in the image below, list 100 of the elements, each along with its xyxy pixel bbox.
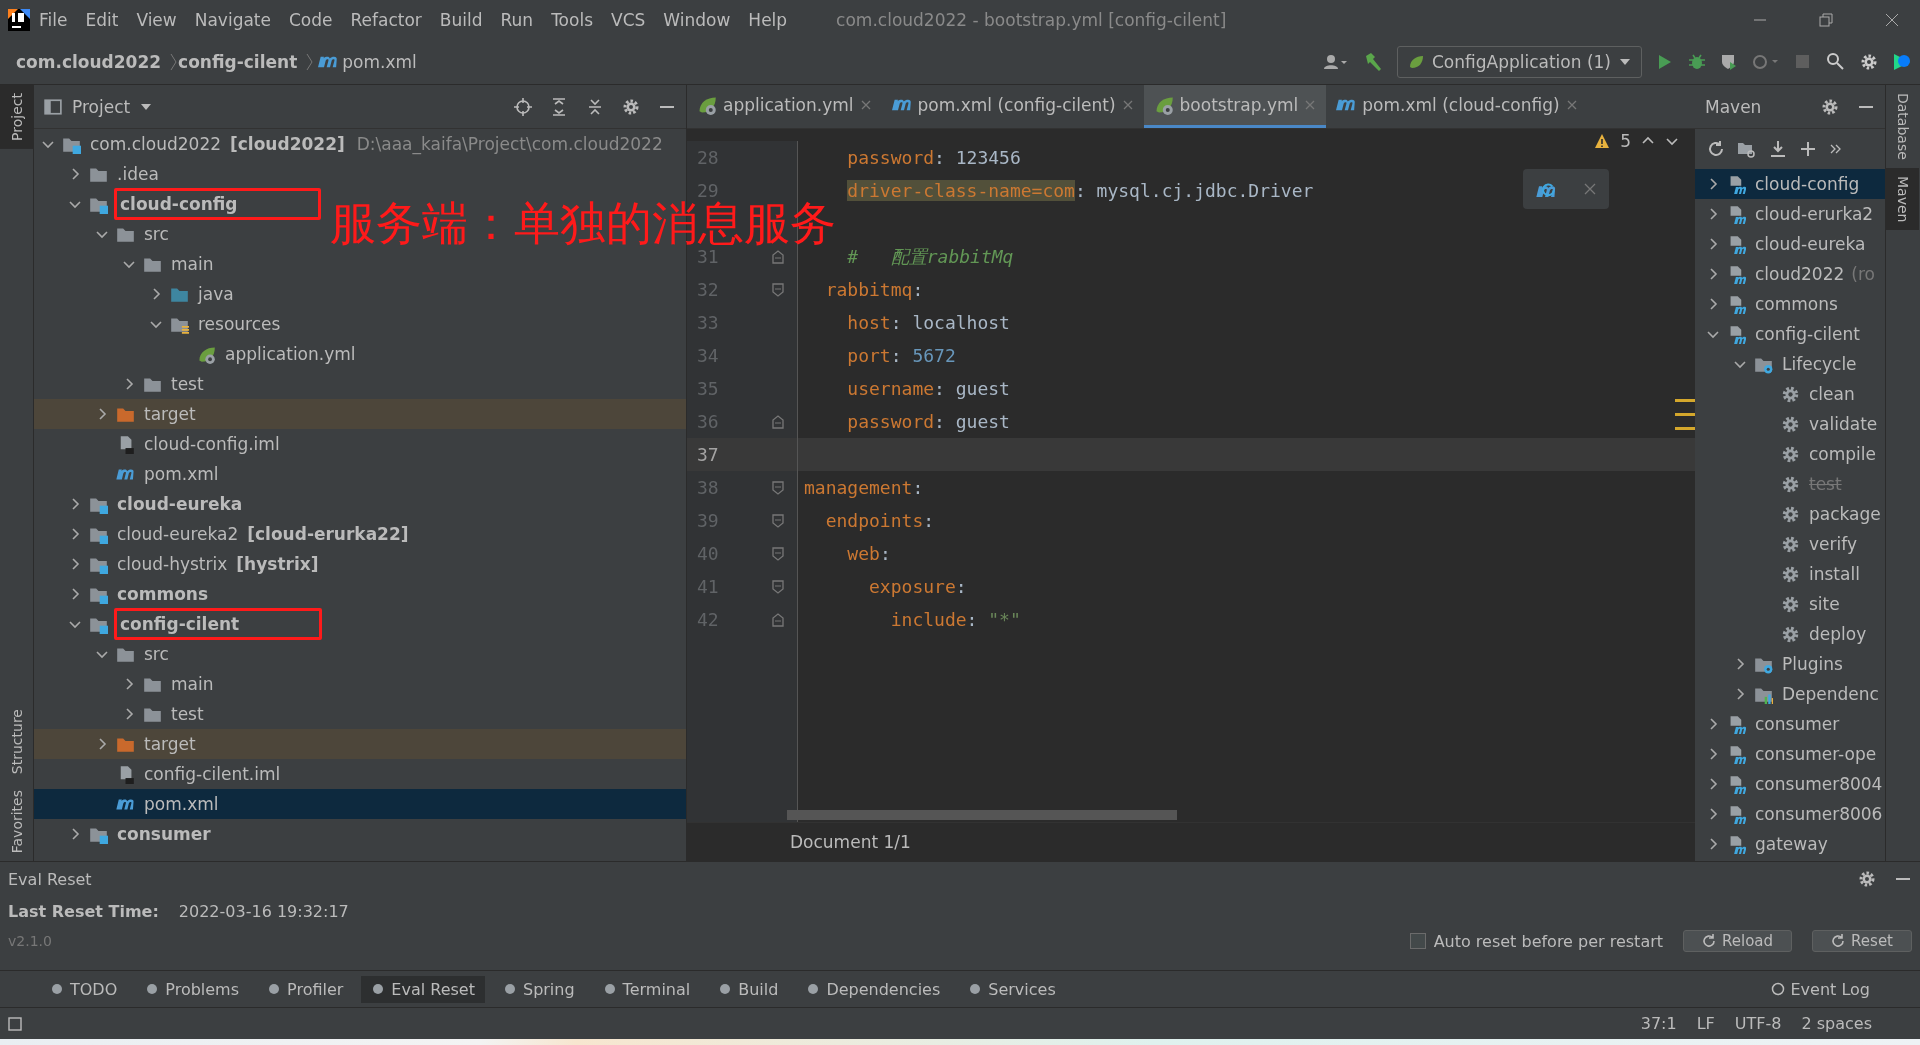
expand-all-icon[interactable] bbox=[550, 97, 568, 116]
tree-row[interactable]: main bbox=[34, 669, 223, 699]
tree-row[interactable]: Plugins bbox=[1695, 649, 1852, 679]
tree-row[interactable]: consumer8004 bbox=[1695, 769, 1885, 799]
folder-refresh-icon[interactable] bbox=[1737, 140, 1757, 158]
tree-row[interactable]: verify bbox=[1695, 529, 1866, 559]
tree-row[interactable]: commons bbox=[1695, 289, 1847, 319]
menu-item[interactable]: File bbox=[30, 10, 77, 30]
shield-icon[interactable] bbox=[1720, 53, 1738, 71]
collapse-all-icon[interactable] bbox=[586, 97, 604, 116]
breadcrumb-item[interactable]: pom.xml bbox=[342, 52, 417, 72]
tree-row[interactable]: cloud-config bbox=[1695, 169, 1885, 199]
tree-row[interactable]: src bbox=[34, 219, 178, 249]
reload-button[interactable]: Reload bbox=[1683, 930, 1793, 952]
tree-row[interactable]: clean bbox=[1695, 379, 1864, 409]
locate-icon[interactable] bbox=[514, 97, 532, 116]
refresh-icon[interactable] bbox=[1707, 140, 1725, 158]
restore-icon[interactable] bbox=[1818, 12, 1834, 28]
tree-row[interactable]: cloud2022 (ro bbox=[1695, 259, 1881, 289]
menu-item[interactable]: Edit bbox=[76, 10, 128, 30]
settings-icon[interactable] bbox=[1858, 870, 1876, 888]
fold-marker-icon[interactable] bbox=[772, 579, 784, 594]
tool-window-button[interactable]: Spring bbox=[492, 975, 585, 1003]
settings-icon[interactable] bbox=[622, 97, 640, 116]
tool-window-tab[interactable]: Favorites bbox=[0, 781, 33, 861]
tool-window-tab[interactable]: Maven bbox=[1886, 167, 1919, 231]
tree-row[interactable]: validate bbox=[1695, 409, 1885, 439]
tree-row[interactable]: consumer8006 bbox=[1695, 799, 1885, 829]
tree-row[interactable]: gateway bbox=[1695, 829, 1837, 859]
fold-marker-icon[interactable] bbox=[772, 414, 784, 429]
editor-tab[interactable]: pom.xml (cloud-config) bbox=[1326, 85, 1588, 128]
menu-item[interactable]: Help bbox=[739, 10, 797, 30]
menu-item[interactable]: VCS bbox=[602, 10, 655, 30]
tree-row[interactable]: compile bbox=[1695, 439, 1885, 469]
menu-item[interactable]: Navigate bbox=[185, 10, 280, 30]
menu-item[interactable]: Build bbox=[430, 10, 492, 30]
tree-row[interactable]: application.yml bbox=[34, 339, 365, 369]
tree-row[interactable]: target bbox=[34, 399, 686, 429]
tool-window-button[interactable]: Problems bbox=[135, 975, 250, 1003]
tool-window-tab[interactable]: Project bbox=[0, 85, 33, 149]
tree-row[interactable]: Dependenc bbox=[1695, 679, 1885, 709]
user-icon[interactable] bbox=[1323, 53, 1349, 71]
menu-item[interactable]: Code bbox=[280, 10, 342, 30]
status-item[interactable]: 37:1 bbox=[1640, 1014, 1677, 1033]
tool-window-tab[interactable]: Structure bbox=[0, 700, 33, 782]
tree-row[interactable]: main bbox=[34, 249, 223, 279]
tree-row[interactable]: consumer bbox=[34, 819, 220, 849]
run-configuration-dropdown[interactable]: ConfigApplication (1) bbox=[1397, 46, 1642, 78]
fold-marker-icon[interactable] bbox=[772, 513, 784, 528]
tree-row[interactable]: cloud-eureka bbox=[1695, 229, 1875, 259]
search-icon[interactable] bbox=[1826, 52, 1846, 72]
tree-row[interactable]: target bbox=[34, 729, 686, 759]
tree-row[interactable]: install bbox=[1695, 559, 1869, 589]
tool-window-button[interactable]: Services bbox=[958, 975, 1066, 1003]
breadcrumb-item[interactable]: com.cloud2022 bbox=[16, 52, 162, 72]
fold-marker-icon[interactable] bbox=[772, 612, 784, 627]
tree-row[interactable]: commons bbox=[34, 579, 218, 609]
close-icon[interactable] bbox=[1884, 12, 1900, 28]
tree-row[interactable]: config-cilent bbox=[34, 609, 329, 639]
auto-reset-checkbox[interactable]: Auto reset before per restart bbox=[1409, 931, 1664, 951]
tool-window-button[interactable]: TODO bbox=[40, 975, 128, 1003]
toolbox-logo-icon[interactable] bbox=[1892, 52, 1912, 72]
tree-row[interactable]: src bbox=[34, 639, 178, 669]
tree-row[interactable]: config-cilent bbox=[1695, 319, 1869, 349]
tool-window-button[interactable]: Terminal bbox=[592, 975, 701, 1003]
tree-row[interactable]: pom.xml bbox=[34, 789, 686, 819]
settings-icon[interactable] bbox=[1821, 97, 1839, 116]
close-icon[interactable] bbox=[1121, 99, 1134, 111]
tool-window-button[interactable]: Dependencies bbox=[796, 975, 951, 1003]
tree-row[interactable]: resources bbox=[34, 309, 290, 339]
tree-row[interactable]: deploy bbox=[1695, 619, 1876, 649]
tree-row[interactable]: cloud-erurka2 bbox=[1695, 199, 1883, 229]
tree-row[interactable]: cloud-hystrix [hystrix] bbox=[34, 549, 325, 579]
tree-row[interactable]: pom.xml bbox=[34, 459, 228, 489]
menu-item[interactable]: Refactor bbox=[341, 10, 431, 30]
download-icon[interactable] bbox=[1769, 140, 1787, 158]
fold-marker-icon[interactable] bbox=[772, 249, 784, 264]
editor-tab[interactable]: pom.xml (config-cilent) bbox=[881, 85, 1144, 128]
scrollbar[interactable] bbox=[787, 810, 1177, 820]
tree-row[interactable]: config-cilent.iml bbox=[34, 759, 290, 789]
hammer-icon[interactable] bbox=[1363, 52, 1383, 72]
tree-row[interactable]: .idea bbox=[34, 159, 168, 189]
tree-row[interactable]: package bbox=[1695, 499, 1885, 529]
reset-button[interactable]: Reset bbox=[1812, 930, 1912, 952]
tree-row[interactable]: cloud-eureka2 [cloud-erurka22] bbox=[34, 519, 415, 549]
menu-item[interactable]: Run bbox=[491, 10, 543, 30]
profiler-icon[interactable] bbox=[1752, 53, 1780, 71]
layout-icon[interactable] bbox=[8, 1016, 22, 1031]
menu-item[interactable]: Tools bbox=[542, 10, 602, 30]
tree-row[interactable]: cloud-config bbox=[34, 189, 327, 219]
menu-item[interactable]: View bbox=[127, 10, 186, 30]
status-item[interactable]: LF bbox=[1696, 1014, 1715, 1033]
warning-count[interactable]: 5 bbox=[1620, 131, 1631, 151]
status-item[interactable]: 2 spaces bbox=[1801, 1014, 1872, 1033]
more-icon[interactable] bbox=[1829, 142, 1841, 156]
panel-title[interactable]: Project bbox=[72, 96, 131, 117]
tree-row[interactable]: site bbox=[1695, 589, 1849, 619]
tool-window-tab[interactable]: Database bbox=[1886, 85, 1919, 168]
tree-row[interactable]: Lifecycle bbox=[1695, 349, 1866, 379]
tree-row[interactable]: test bbox=[34, 699, 213, 729]
